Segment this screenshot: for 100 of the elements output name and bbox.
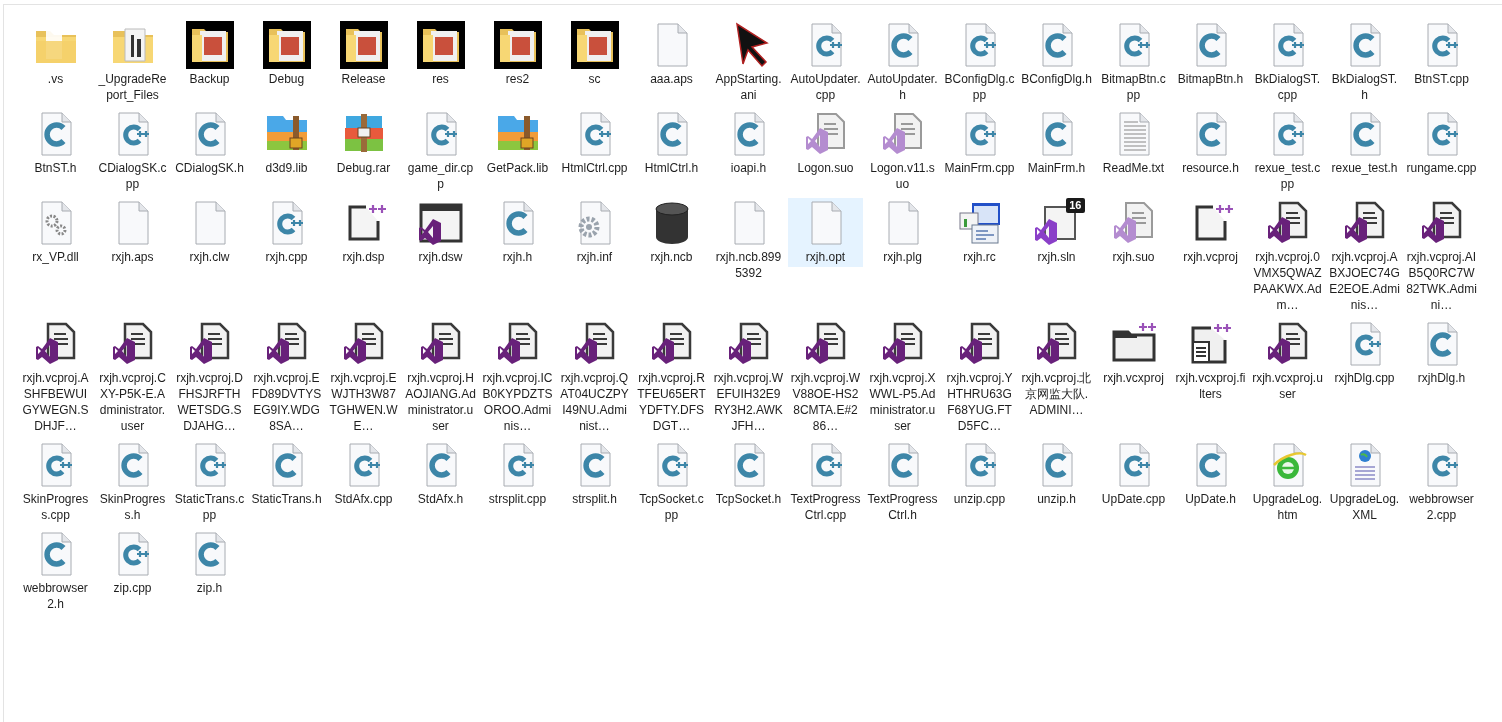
file-item[interactable]: rxjh.vcproj.DFHSJRFTHWETSDG.SDJAHG… <box>172 319 247 436</box>
folder-item[interactable]: Backup <box>172 20 247 89</box>
file-item[interactable]: TextProgressCtrl.h <box>865 440 940 525</box>
file-item[interactable]: StaticTrans.h <box>249 440 324 509</box>
file-item[interactable]: UpDate.h <box>1173 440 1248 509</box>
file-item[interactable]: zip.cpp <box>95 529 170 598</box>
file-item[interactable]: Logon.v11.suo <box>865 109 940 194</box>
file-item[interactable]: rexue_test.cpp <box>1250 109 1325 194</box>
file-item[interactable]: AutoUpdater.h <box>865 20 940 105</box>
file-item[interactable]: TextProgressCtrl.cpp <box>788 440 863 525</box>
folder-item[interactable]: _UpgradeReport_Files <box>95 20 170 105</box>
file-item[interactable]: rxjh.vcproj.RTFEU65ERTYDFTY.DFSDGT… <box>634 319 709 436</box>
file-item[interactable]: CDialogSK.cpp <box>95 109 170 194</box>
file-item[interactable]: rxjhDlg.cpp <box>1327 319 1402 388</box>
file-item[interactable]: MainFrm.cpp <box>942 109 1017 178</box>
file-item[interactable]: AutoUpdater.cpp <box>788 20 863 105</box>
file-item[interactable]: BitmapBtn.cpp <box>1096 20 1171 105</box>
file-item[interactable]: UpDate.cpp <box>1096 440 1171 509</box>
file-item[interactable]: rxjhDlg.h <box>1404 319 1479 388</box>
file-item[interactable]: StaticTrans.cpp <box>172 440 247 525</box>
folder-item[interactable]: Debug <box>249 20 324 89</box>
file-item[interactable]: BtnST.cpp <box>1404 20 1479 89</box>
file-item[interactable]: rxjh.rc <box>942 198 1017 267</box>
file-item[interactable]: rxjh.suo <box>1096 198 1171 267</box>
file-item[interactable]: 16 rxjh.sln <box>1019 198 1094 267</box>
file-item[interactable]: UpgradeLog.htm <box>1250 440 1325 525</box>
file-item[interactable]: d3d9.lib <box>249 109 324 178</box>
file-item[interactable]: HtmlCtrl.cpp <box>557 109 632 178</box>
folder-item[interactable]: res2 <box>480 20 555 89</box>
file-item[interactable]: rxjh.vcproj.QAT04UCZPYI49NU.Administ… <box>557 319 632 436</box>
file-item[interactable]: GetPack.lib <box>480 109 555 178</box>
file-item[interactable]: rxjh.cpp <box>249 198 324 267</box>
folder-item[interactable]: res <box>403 20 478 89</box>
file-item[interactable]: rxjh.vcxproj <box>1096 319 1171 388</box>
file-item[interactable]: BtnST.h <box>18 109 93 178</box>
file-item[interactable]: ReadMe.txt <box>1096 109 1171 178</box>
folder-thumbnail-icon <box>570 21 619 69</box>
file-item[interactable]: TcpSocket.h <box>711 440 786 509</box>
file-item[interactable]: rxjh.vcproj.ICB0KYPDZTSOROO.Adminis… <box>480 319 555 436</box>
file-item[interactable]: rxjh.vcproj.CXY-P5K-E.Administrator.user <box>95 319 170 436</box>
file-item[interactable]: rxjh.vcproj.北京网监大队.ADMINI… <box>1019 319 1094 420</box>
file-item[interactable]: Logon.suo <box>788 109 863 178</box>
file-item[interactable]: MainFrm.h <box>1019 109 1094 178</box>
file-item[interactable]: BitmapBtn.h <box>1173 20 1248 89</box>
file-item[interactable]: SkinProgress.cpp <box>18 440 93 525</box>
file-item[interactable]: rungame.cpp <box>1404 109 1479 178</box>
file-item[interactable]: zip.h <box>172 529 247 598</box>
file-item[interactable]: rxjh.vcproj.0VMX5QWAZPAAKWX.Adm… <box>1250 198 1325 315</box>
file-item[interactable]: strsplit.h <box>557 440 632 509</box>
file-item[interactable]: ioapi.h <box>711 109 786 178</box>
file-item[interactable]: rxjh.inf <box>557 198 632 267</box>
file-item[interactable]: HtmlCtrl.h <box>634 109 709 178</box>
file-item[interactable]: StdAfx.h <box>403 440 478 509</box>
file-item[interactable]: rxjh.vcproj.ASHFBEWUIGYWEGN.SDHJF… <box>18 319 93 436</box>
file-item[interactable]: strsplit.cpp <box>480 440 555 509</box>
file-item[interactable]: rxjh.vcproj.WEFUIH32E9RY3H2.AWKJFH… <box>711 319 786 436</box>
file-item[interactable]: Debug.rar <box>326 109 401 178</box>
file-item[interactable]: rxjh.vcproj.ABXJOEC74GE2EOE.Adminis… <box>1327 198 1402 315</box>
folder-item[interactable]: Release <box>326 20 401 89</box>
file-item[interactable]: rxjh.vcproj.EWJTH3W87TGHWEN.WE… <box>326 319 401 436</box>
file-item[interactable]: rxjh.vcproj.EFD89DVTYSEG9IY.WDG8SA… <box>249 319 324 436</box>
file-item[interactable]: rxjh.vcproj.AIB5Q0RC7W82TWK.Admini… <box>1404 198 1479 315</box>
folder-thumbnail-icon <box>493 21 542 69</box>
file-item[interactable]: BConfigDlg.h <box>1019 20 1094 89</box>
file-item[interactable]: TcpSocket.cpp <box>634 440 709 525</box>
file-item[interactable]: rxjh.plg <box>865 198 940 267</box>
file-item[interactable]: rxjh.vcproj.WV88OE-HS28CMTA.E#286… <box>788 319 863 436</box>
file-item[interactable]: webbrowser2.cpp <box>1404 440 1479 525</box>
file-item[interactable]: UpgradeLog.XML <box>1327 440 1402 525</box>
file-item[interactable]: rxjh.ncb.8995392 <box>711 198 786 283</box>
file-item[interactable]: rxjh.vcproj.YHTHRU63GF68YUG.FTD5FC… <box>942 319 1017 436</box>
folder-item[interactable]: sc <box>557 20 632 89</box>
file-item[interactable]: BConfigDlg.cpp <box>942 20 1017 105</box>
file-item[interactable]: webbrowser2.h <box>18 529 93 614</box>
file-item[interactable]: SkinProgress.h <box>95 440 170 525</box>
file-item[interactable]: AppStarting.ani <box>711 20 786 105</box>
file-item[interactable]: rxjh.dsw <box>403 198 478 267</box>
file-item[interactable]: BkDialogST.h <box>1327 20 1402 105</box>
file-item[interactable]: rxjh.aps <box>95 198 170 267</box>
file-item[interactable]: aaa.aps <box>634 20 709 89</box>
file-item[interactable]: rxjh.vcproj.HAOJIANG.Administrator.user <box>403 319 478 436</box>
file-item[interactable]: rxjh.h <box>480 198 555 267</box>
folder-item[interactable]: .vs <box>18 20 93 89</box>
file-item[interactable]: rxjh.dsp <box>326 198 401 267</box>
file-item[interactable]: rxjh.vcxproj.user <box>1250 319 1325 404</box>
file-item[interactable]: rxjh.ncb <box>634 198 709 267</box>
file-item[interactable]: BkDialogST.cpp <box>1250 20 1325 105</box>
file-item[interactable]: rexue_test.h <box>1327 109 1402 178</box>
file-item[interactable]: unzip.h <box>1019 440 1094 509</box>
file-item[interactable]: rxjh.vcproj.XWWL-P5.Administrator.user <box>865 319 940 436</box>
file-item[interactable]: rxjh.vcxproj.filters <box>1173 319 1248 404</box>
file-item[interactable]: resource.h <box>1173 109 1248 178</box>
file-item[interactable]: rx_VP.dll <box>18 198 93 267</box>
file-item[interactable]: game_dir.cpp <box>403 109 478 194</box>
file-item[interactable]: unzip.cpp <box>942 440 1017 509</box>
file-item[interactable]: rxjh.vcproj <box>1173 198 1248 267</box>
file-item[interactable]: rxjh.opt <box>788 198 863 267</box>
file-item[interactable]: CDialogSK.h <box>172 109 247 178</box>
file-item[interactable]: rxjh.clw <box>172 198 247 267</box>
file-item[interactable]: StdAfx.cpp <box>326 440 401 509</box>
